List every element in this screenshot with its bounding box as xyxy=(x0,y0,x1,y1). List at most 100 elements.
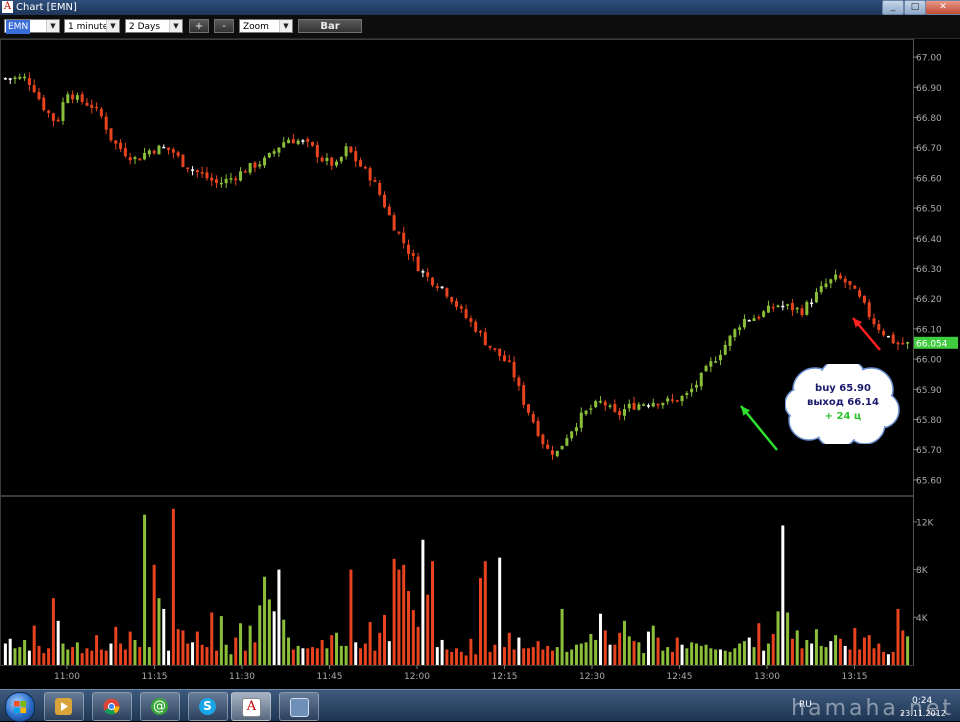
zoom-out-button[interactable]: - xyxy=(214,19,234,33)
price-tick-label: 66.10 xyxy=(916,325,942,335)
language-indicator[interactable]: RU xyxy=(799,699,812,711)
range-select[interactable]: 2 Days ▼ xyxy=(125,19,183,33)
volume-bar xyxy=(416,626,420,665)
volume-bar xyxy=(411,610,415,665)
volume-bar xyxy=(66,649,70,665)
volume-bar xyxy=(387,641,391,665)
volume-bar xyxy=(858,649,862,665)
volume-bar xyxy=(795,630,799,665)
volume-bar xyxy=(296,645,300,665)
chart-area[interactable]: 67.00 66.90 66.80 66.70 66.60 66.50 66.40 66.30… xyxy=(0,39,960,689)
volume-bar xyxy=(335,632,339,665)
volume-bar xyxy=(589,633,593,665)
candle-body xyxy=(824,283,828,288)
candle-body xyxy=(771,306,775,309)
volume-bar xyxy=(191,642,195,665)
taskbar-window-manager[interactable] xyxy=(279,692,319,721)
candle-body xyxy=(483,332,487,346)
volume-bar xyxy=(85,648,89,665)
price-tick-label: 65.70 xyxy=(916,446,942,456)
bar-type-button[interactable]: Bar xyxy=(298,19,362,33)
volume-bar xyxy=(704,644,708,665)
chrome-icon xyxy=(103,698,120,715)
candle-body xyxy=(858,290,862,297)
candle-body xyxy=(546,444,550,449)
candle-body xyxy=(359,160,363,167)
volume-bar xyxy=(301,648,305,665)
candle-body xyxy=(335,161,339,166)
candle-body xyxy=(848,281,852,285)
volume-bar xyxy=(896,608,900,665)
candle-body xyxy=(594,401,598,408)
candle-body xyxy=(675,400,679,402)
volume-bar xyxy=(90,650,94,665)
candle-body xyxy=(670,399,674,401)
candle-body xyxy=(805,301,809,315)
zoom-in-button[interactable]: + xyxy=(189,19,209,33)
start-button[interactable] xyxy=(5,692,35,722)
volume-bar xyxy=(171,508,175,665)
volume-bar xyxy=(315,648,319,665)
price-chart[interactable]: 67.00 66.90 66.80 66.70 66.60 66.50 66.40 66.30… xyxy=(0,39,960,689)
volume-bar xyxy=(373,650,377,665)
volume-bar xyxy=(565,651,569,665)
volume-bar xyxy=(71,647,75,665)
candle-body xyxy=(819,286,823,293)
interval-select[interactable]: 1 minute ▼ xyxy=(64,19,120,33)
candle-body xyxy=(757,316,761,319)
clock-time[interactable]: 0:24 xyxy=(912,695,932,707)
symbol-select[interactable]: EMN ▼ xyxy=(4,19,60,34)
taskbar-trading-app[interactable]: A xyxy=(231,692,271,721)
candle-body xyxy=(152,150,156,154)
volume-bar xyxy=(474,654,478,665)
volume-bar xyxy=(622,620,626,665)
volume-bar xyxy=(666,647,670,665)
interval-value: 1 minute xyxy=(68,22,109,32)
candle-body xyxy=(8,78,12,80)
close-button[interactable]: ✕ xyxy=(925,0,960,15)
volume-bar xyxy=(248,625,252,665)
candle-body xyxy=(354,151,358,162)
volume-bar xyxy=(152,564,156,665)
candle-body xyxy=(781,305,785,308)
volume-bar xyxy=(440,639,444,665)
volume-bar xyxy=(455,648,458,665)
volume-bar xyxy=(574,644,578,665)
candle-body xyxy=(440,286,444,289)
candle-body xyxy=(459,306,463,309)
candle-body xyxy=(421,271,425,273)
volume-bar xyxy=(109,643,113,665)
candle-body xyxy=(776,305,780,308)
taskbar-media-player[interactable] xyxy=(44,692,84,721)
taskbar-mail-agent[interactable]: @ xyxy=(140,692,180,721)
volume-bar xyxy=(56,620,60,665)
volume-bar xyxy=(882,651,886,665)
candle-body xyxy=(709,361,713,367)
minimize-button[interactable]: _ xyxy=(882,0,904,15)
window-title-bar[interactable]: A Chart [EMN] _ □ ✕ xyxy=(0,0,960,15)
maximize-button[interactable]: □ xyxy=(904,0,926,15)
volume-bar xyxy=(23,639,27,665)
range-value: 2 Days xyxy=(129,22,161,32)
volume-bar xyxy=(829,641,833,665)
volume-bar xyxy=(435,647,439,665)
volume-bar xyxy=(536,641,540,665)
volume-tick-label: 4K xyxy=(916,614,929,624)
candle-body xyxy=(699,372,703,387)
candle-body xyxy=(311,142,315,146)
volume-bar xyxy=(147,647,151,665)
volume-bar xyxy=(330,635,334,665)
clock-date[interactable]: 23.11.2012 xyxy=(900,708,946,720)
taskbar-skype[interactable]: S xyxy=(188,692,228,721)
candle-body xyxy=(42,97,46,111)
volume-bar xyxy=(733,648,737,665)
volume-bar xyxy=(469,638,473,665)
candle-body xyxy=(531,414,535,423)
volume-bar xyxy=(61,643,65,665)
candle-body xyxy=(13,77,17,80)
candle-body xyxy=(373,180,377,182)
candle-body xyxy=(507,360,511,362)
taskbar-chrome[interactable] xyxy=(92,692,132,721)
candle-body xyxy=(488,345,492,348)
zoom-select[interactable]: Zoom ▼ xyxy=(239,19,293,33)
